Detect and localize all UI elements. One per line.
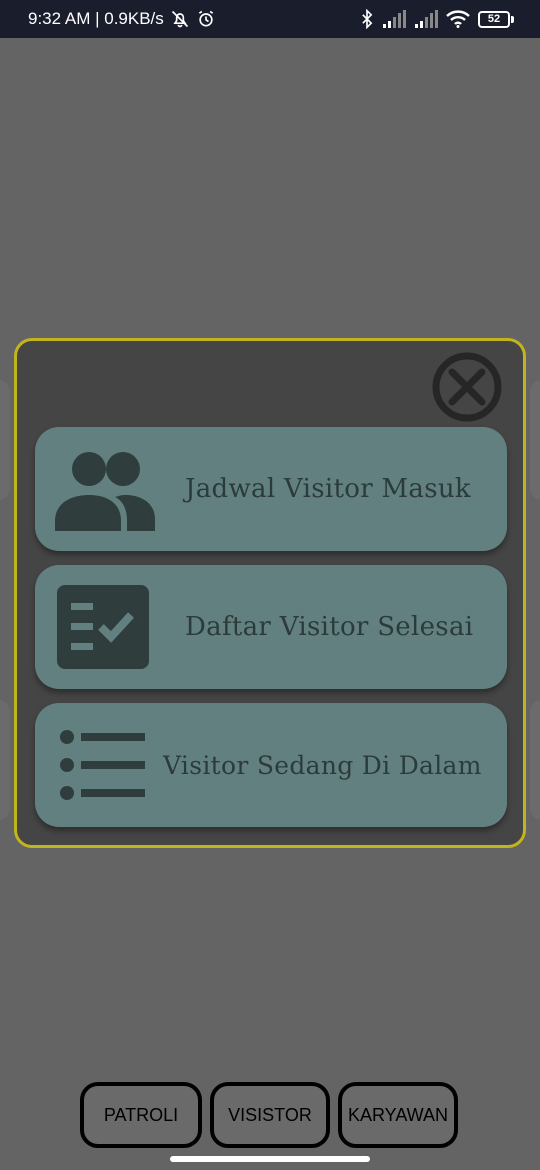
signal-icon bbox=[414, 10, 438, 28]
daftar-visitor-selesai-button[interactable]: Daftar Visitor Selesai bbox=[35, 565, 507, 689]
visistor-button[interactable]: VISISTOR bbox=[210, 1082, 330, 1148]
background-edge-shape bbox=[0, 380, 10, 500]
close-button[interactable] bbox=[432, 352, 502, 422]
card-label: Daftar Visitor Selesai bbox=[185, 612, 474, 642]
background-edge-shape bbox=[530, 380, 540, 500]
checklist-icon bbox=[57, 585, 149, 669]
status-bar: 9:32 AM | 0.9KB/s 52 bbox=[0, 0, 540, 38]
patroli-button[interactable]: PATROLI bbox=[80, 1082, 202, 1148]
wifi-icon bbox=[446, 10, 470, 28]
signal-icon bbox=[382, 10, 406, 28]
bottom-nav: PATROLI VISISTOR KARYAWAN bbox=[80, 1082, 460, 1148]
bluetooth-icon bbox=[360, 9, 374, 29]
jadwal-visitor-masuk-button[interactable]: Jadwal Visitor Masuk bbox=[35, 427, 507, 551]
background-edge-shape bbox=[530, 700, 540, 820]
card-label: Visitor Sedang Di Dalam bbox=[163, 750, 482, 780]
visitor-sedang-di-dalam-button[interactable]: Visitor Sedang Di Dalam bbox=[35, 703, 507, 827]
karyawan-button[interactable]: KARYAWAN bbox=[338, 1082, 458, 1148]
battery-level: 52 bbox=[478, 10, 510, 28]
visitor-menu-dialog: Jadwal Visitor Masuk Daftar Visitor Sele… bbox=[14, 338, 526, 848]
alarm-icon bbox=[196, 9, 216, 29]
battery-icon: 52 bbox=[478, 10, 514, 28]
status-right: 52 bbox=[360, 9, 514, 29]
status-time: 9:32 AM | 0.9KB/s bbox=[28, 9, 164, 28]
people-icon bbox=[55, 452, 155, 531]
mute-bell-icon bbox=[170, 9, 190, 29]
card-label: Jadwal Visitor Masuk bbox=[185, 474, 471, 504]
background-edge-shape bbox=[0, 700, 10, 820]
battery-tip bbox=[511, 15, 514, 23]
list-icon bbox=[60, 730, 145, 800]
home-indicator[interactable] bbox=[170, 1156, 370, 1162]
close-circle-icon bbox=[432, 352, 502, 422]
status-left: 9:32 AM | 0.9KB/s bbox=[28, 9, 216, 29]
